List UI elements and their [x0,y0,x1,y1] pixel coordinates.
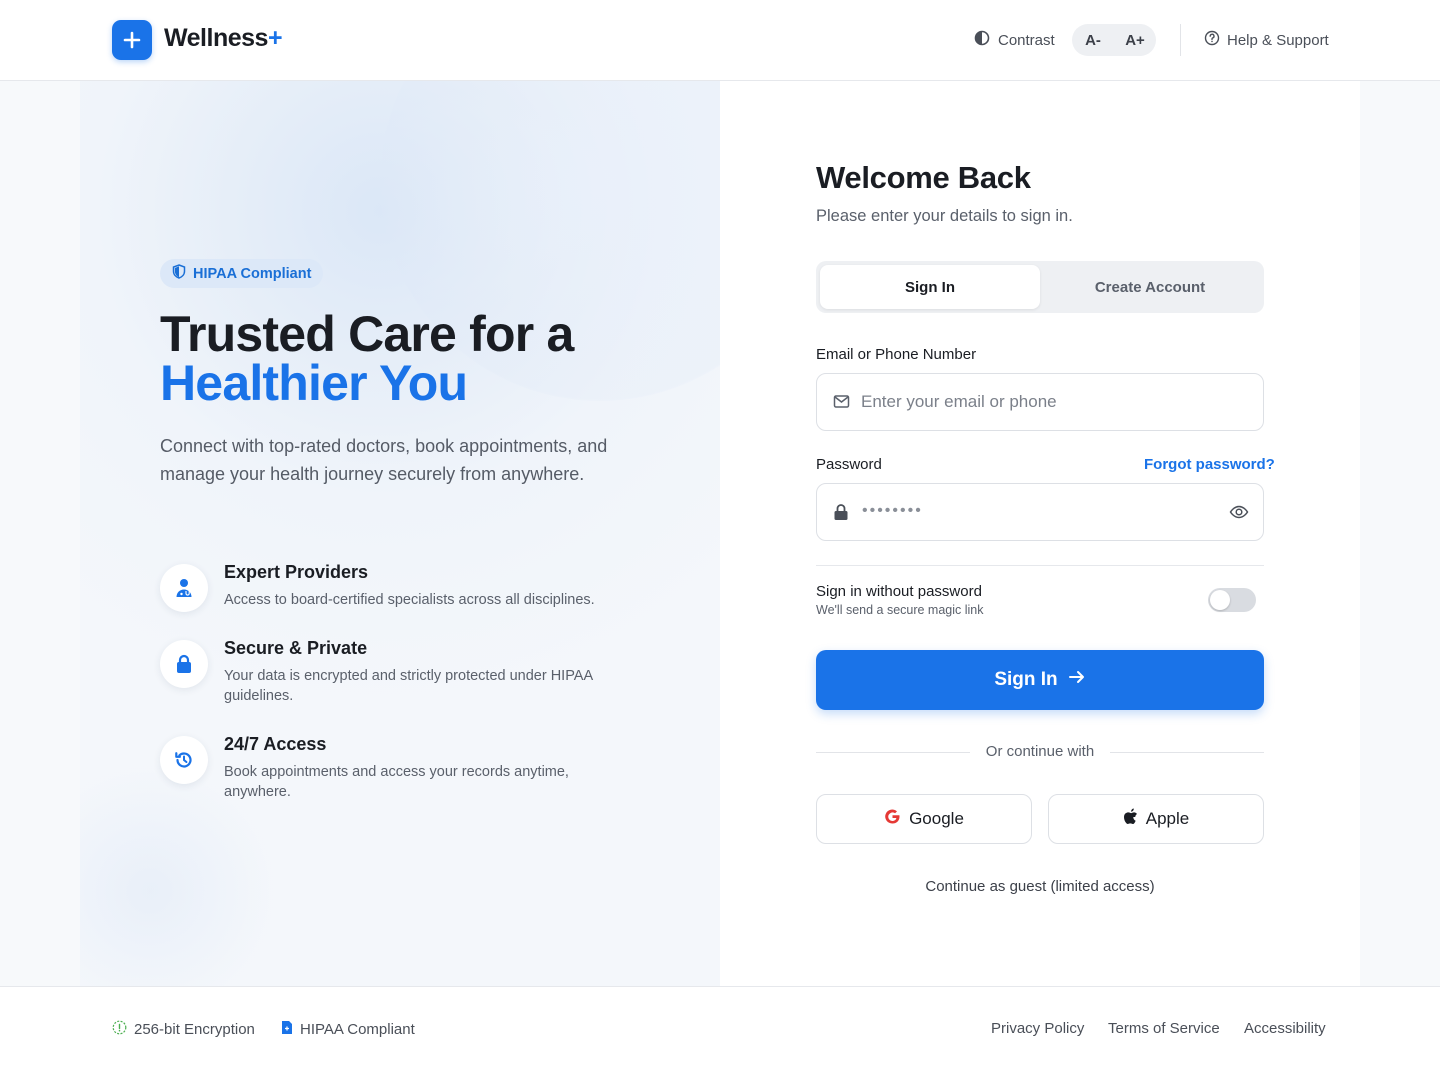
feature-title: 24/7 Access [224,734,327,754]
form-title: Welcome Back [816,160,1031,195]
email-input[interactable] [861,384,1221,420]
contrast-button[interactable]: Contrast [974,30,1055,50]
auth-tabs: Sign In Create Account [816,261,1264,313]
hero-title-accent: Healthier You [160,355,468,411]
help-support-button[interactable]: Help & Support [1204,30,1329,50]
hero-description: Connect with top-rated doctors, book app… [160,436,608,484]
medical-file-icon [281,1020,293,1039]
brand-plus: + [267,24,283,52]
feature-description: Your data is encrypted and strictly prot… [224,668,593,704]
hipaa-footer-badge: HIPAA Compliant [281,1020,415,1038]
password-field-wrapper[interactable]: •••••••• [816,483,1264,541]
apple-sign-in-button[interactable]: Apple [1048,794,1264,844]
apple-icon [1123,808,1138,830]
tab-sign-in[interactable]: Sign In [820,265,1040,309]
mail-icon [833,393,850,415]
email-label: Email or Phone Number [816,346,977,363]
feature-title: Secure & Private [224,638,368,658]
font-decrease-button[interactable]: A- [1072,24,1114,56]
hipaa-badge: HIPAA Compliant [160,259,324,288]
feature-description: Access to board-certified specialists ac… [224,592,595,608]
hipaa-footer-label: HIPAA Compliant [300,1020,415,1038]
form-subtitle: Please enter your details to sign in. [816,207,1073,225]
sign-in-button[interactable]: Sign In [816,650,1264,710]
doctor-icon [160,564,208,612]
apple-label: Apple [1145,809,1190,828]
contrast-label: Contrast [998,31,1055,49]
accessibility-link[interactable]: Accessibility [1244,1020,1326,1037]
arrow-right-icon [1068,668,1086,692]
privacy-policy-link[interactable]: Privacy Policy [991,1020,1084,1037]
email-field-wrapper [816,373,1264,431]
contrast-icon [974,30,990,50]
header-divider [1180,24,1181,56]
help-label: Help & Support [1227,31,1329,49]
magic-link-toggle[interactable] [1208,588,1256,612]
shield-check-icon [112,1020,127,1039]
lock-icon [160,640,208,688]
encryption-badge: 256-bit Encryption [112,1020,255,1038]
magic-link-subtitle: We'll send a secure magic link [816,603,984,617]
divider [816,565,1264,566]
shield-icon [172,264,186,283]
forgot-password-link[interactable]: Forgot password? [1144,456,1275,473]
hero-title: Trusted Care for a Healthier You [160,309,574,411]
eye-icon[interactable] [1229,502,1249,527]
lock-icon [833,503,849,526]
magic-link-title: Sign in without password [816,583,982,600]
guest-access-link[interactable]: Continue as guest (limited access) [816,878,1264,895]
toggle-knob [1210,590,1230,610]
font-size-controls: A- A+ [1072,24,1156,56]
sign-in-button-label: Sign In [994,669,1058,690]
feature-title: Expert Providers [224,562,369,582]
tab-create-account[interactable]: Create Account [1040,265,1260,309]
terms-of-service-link[interactable]: Terms of Service [1108,1020,1220,1037]
or-continue-text: Or continue with [985,743,1095,760]
feature-description: Book appointments and access your record… [224,764,569,800]
hero-panel [80,81,720,986]
help-icon [1204,30,1220,50]
history-icon [160,736,208,784]
brand-name[interactable]: Wellness+ [164,24,283,53]
logo-icon[interactable] [112,20,152,60]
badge-label: HIPAA Compliant [193,265,312,282]
password-input[interactable]: •••••••• [862,502,923,520]
google-label: Google [909,809,964,828]
brand-text: Wellness [164,24,268,52]
hero-title-line1: Trusted Care for a [160,306,574,362]
encryption-label: 256-bit Encryption [134,1020,255,1038]
font-increase-button[interactable]: A+ [1114,24,1156,56]
password-label: Password [816,456,882,473]
google-sign-in-button[interactable]: Google [816,794,1032,844]
google-icon [884,808,901,830]
